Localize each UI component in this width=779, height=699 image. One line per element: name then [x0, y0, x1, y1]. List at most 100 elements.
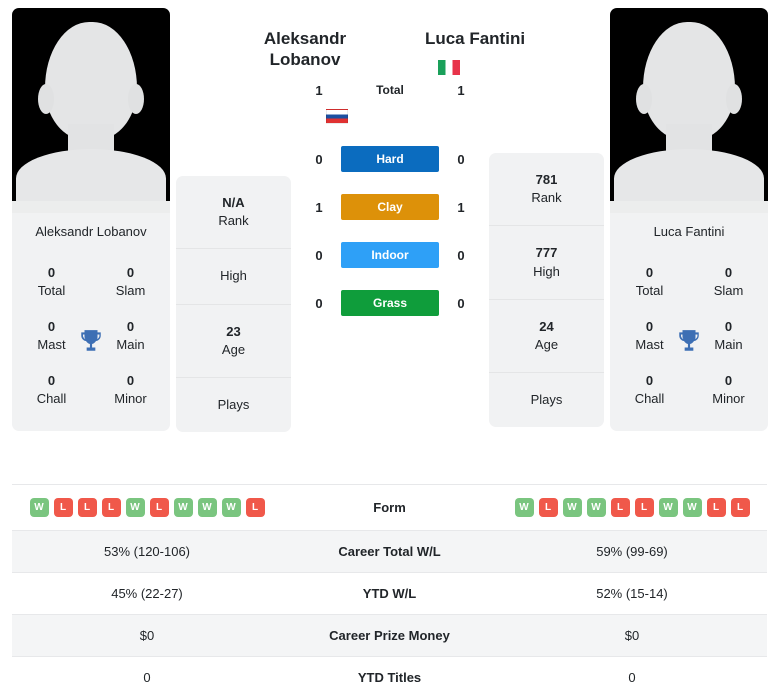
left-player-name-line1: Aleksandr — [263, 29, 347, 48]
h2h-grass-right-score: 0 — [457, 295, 465, 311]
table-row-label: Form — [373, 500, 406, 515]
right-player-heading: Luca Fantini — [415, 28, 535, 49]
form-badge-loss[interactable]: L — [53, 498, 73, 517]
right-age-label: Age — [534, 336, 559, 352]
right-titles-minor-label: Minor — [712, 390, 745, 406]
right-form-cell: WLWWLLWWLL — [497, 485, 767, 531]
table-row-label: YTD W/L — [362, 586, 417, 601]
h2h-indoor-left-score: 0 — [315, 247, 323, 263]
italy-flag-icon — [438, 60, 460, 76]
left-titles-slam: 0 Slam — [91, 255, 170, 309]
form-badge-loss[interactable]: L — [706, 498, 726, 517]
right-age-value: 24 — [539, 318, 554, 334]
right-rank-card: 781 Rank 777 High 24 Age Plays — [489, 153, 604, 428]
left-titles-chall-value: 0 — [47, 373, 56, 389]
form-badge-loss[interactable]: L — [77, 498, 97, 517]
left-titles-minor: 0 Minor — [91, 363, 170, 417]
right-rank-label: Rank — [531, 190, 562, 206]
left-high-label: High — [220, 268, 247, 284]
right-rank-column: 781 Rank 777 High 24 Age Plays — [489, 153, 604, 428]
h2h-total-label: Total — [376, 83, 404, 98]
right-player-name-caption: Luca Fantini — [653, 224, 725, 239]
form-badge-loss[interactable]: L — [101, 498, 121, 517]
right-career_total_wl-cell: 59% (99-69) — [596, 544, 668, 559]
right-titles-grid: 0 Total 0 Slam 0 Mast 0 Main 0 Chall 0 M… — [610, 251, 768, 431]
form-badge-loss[interactable]: L — [245, 498, 265, 517]
left-age-label: Age — [221, 341, 246, 357]
right-age-row: 24 Age — [489, 300, 604, 374]
form-badge-win[interactable]: W — [197, 498, 217, 517]
table-row-label: Career Prize Money — [329, 628, 450, 643]
surface-pill-clay: Clay — [341, 194, 439, 221]
form-badge-win[interactable]: W — [514, 498, 534, 517]
left-age-value: 23 — [226, 323, 241, 339]
form-badge-loss[interactable]: L — [149, 498, 169, 517]
right-high-row: 777 High — [489, 226, 604, 300]
right-form-strip: WLWWLLWWLL — [503, 498, 761, 517]
h2h-surface-row-clay: 1 Clay 1 — [297, 194, 483, 221]
h2h-clay-right-score: 1 — [457, 199, 465, 215]
form-badge-loss[interactable]: L — [610, 498, 630, 517]
comparison-header: Aleksandr Lobanov 0 Total 0 Slam 0 Mast — [0, 0, 779, 470]
left-titles-total-label: Total — [37, 282, 66, 298]
form-badge-win[interactable]: W — [173, 498, 193, 517]
left-rank-value: N/A — [222, 195, 245, 210]
table-row: 45% (22-27) YTD W/L 52% (15-14) — [12, 572, 767, 615]
table-row-label: YTD Titles — [357, 670, 422, 685]
left-career_total_wl-cell: 53% (120-106) — [104, 544, 190, 559]
right-player-card: Luca Fantini 0 Total 0 Slam 0 Mast 0 Mai… — [610, 8, 768, 432]
right-plays-row: Plays — [489, 373, 604, 427]
right-ytd_titles-cell: 0 — [628, 670, 636, 685]
right-flag-wrap — [415, 60, 483, 76]
form-badge-win[interactable]: W — [586, 498, 606, 517]
form-badge-loss[interactable]: L — [730, 498, 750, 517]
right-rank-value: 781 — [535, 172, 558, 187]
right-ytd_wl-cell: 52% (15-14) — [596, 586, 668, 601]
form-badge-loss[interactable]: L — [634, 498, 654, 517]
player-comparison-page: Aleksandr Lobanov 0 Total 0 Slam 0 Mast — [0, 0, 779, 699]
left-flag-wrap — [191, 109, 483, 125]
left-age-row: 23 Age — [176, 305, 291, 378]
table-row-label: Career Total W/L — [338, 544, 441, 559]
form-badge-win[interactable]: W — [658, 498, 678, 517]
left-titles-slam-value: 0 — [126, 265, 135, 280]
form-badge-win[interactable]: W — [682, 498, 702, 517]
table-row: $0 Career Prize Money $0 — [12, 614, 767, 657]
russia-flag-icon — [326, 109, 348, 125]
left-titles-chall-label: Chall — [36, 390, 67, 406]
left-rank-label: Rank — [218, 213, 249, 229]
stats-comparison-table: W L L L W L W W W L Form W L W W L L W W L L 53% (120-106) Car… — [12, 484, 767, 698]
form-badge-win[interactable]: W — [562, 498, 582, 517]
h2h-surface-row-indoor: 0 Indoor 0 — [297, 242, 483, 269]
h2h-grass-left-score: 0 — [315, 295, 323, 311]
form-badge-win[interactable]: W — [125, 498, 145, 517]
right-titles-main-value: 0 — [724, 319, 733, 335]
right-titles-chall-label: Chall — [634, 390, 665, 406]
left-ytd_titles-cell: 0 — [143, 670, 151, 685]
right-career_prize_money-cell: $0 — [624, 628, 640, 643]
right-titles-slam-value: 0 — [724, 265, 733, 280]
trophy-icon — [679, 330, 699, 351]
right-titles-slam-label: Slam — [713, 282, 744, 298]
table-row: 53% (120-106) Career Total W/L 59% (99-69) — [12, 530, 767, 573]
form-badge-win[interactable]: W — [221, 498, 241, 517]
form-badge-loss[interactable]: L — [538, 498, 558, 517]
h2h-total-right-score: 1 — [457, 82, 465, 98]
right-plays-label: Plays — [530, 392, 563, 408]
left-rank-card: N/A Rank High 23 Age Plays — [176, 176, 291, 433]
left-form-cell: WLLLWLWWWL — [12, 485, 282, 531]
table-row: 0 YTD Titles 0 — [12, 656, 767, 699]
form-badge-win[interactable]: W — [29, 498, 49, 517]
right-titles-chall-value: 0 — [645, 373, 654, 389]
left-titles-total: 0 Total — [12, 255, 91, 309]
h2h-total-left-score: 1 — [315, 82, 323, 98]
left-plays-row: Plays — [176, 378, 291, 432]
surface-pill-indoor: Indoor — [341, 242, 439, 269]
right-titles-total-label: Total — [635, 282, 664, 298]
left-plays-label: Plays — [217, 396, 250, 412]
left-titles-total-value: 0 — [47, 265, 56, 280]
right-player-column: Luca Fantini 0 Total 0 Slam 0 Mast 0 Mai… — [610, 8, 768, 432]
right-titles-total-value: 0 — [645, 265, 654, 280]
h2h-clay-left-score: 1 — [315, 199, 323, 215]
left-player-name-caption: Aleksandr Lobanov — [35, 224, 147, 239]
